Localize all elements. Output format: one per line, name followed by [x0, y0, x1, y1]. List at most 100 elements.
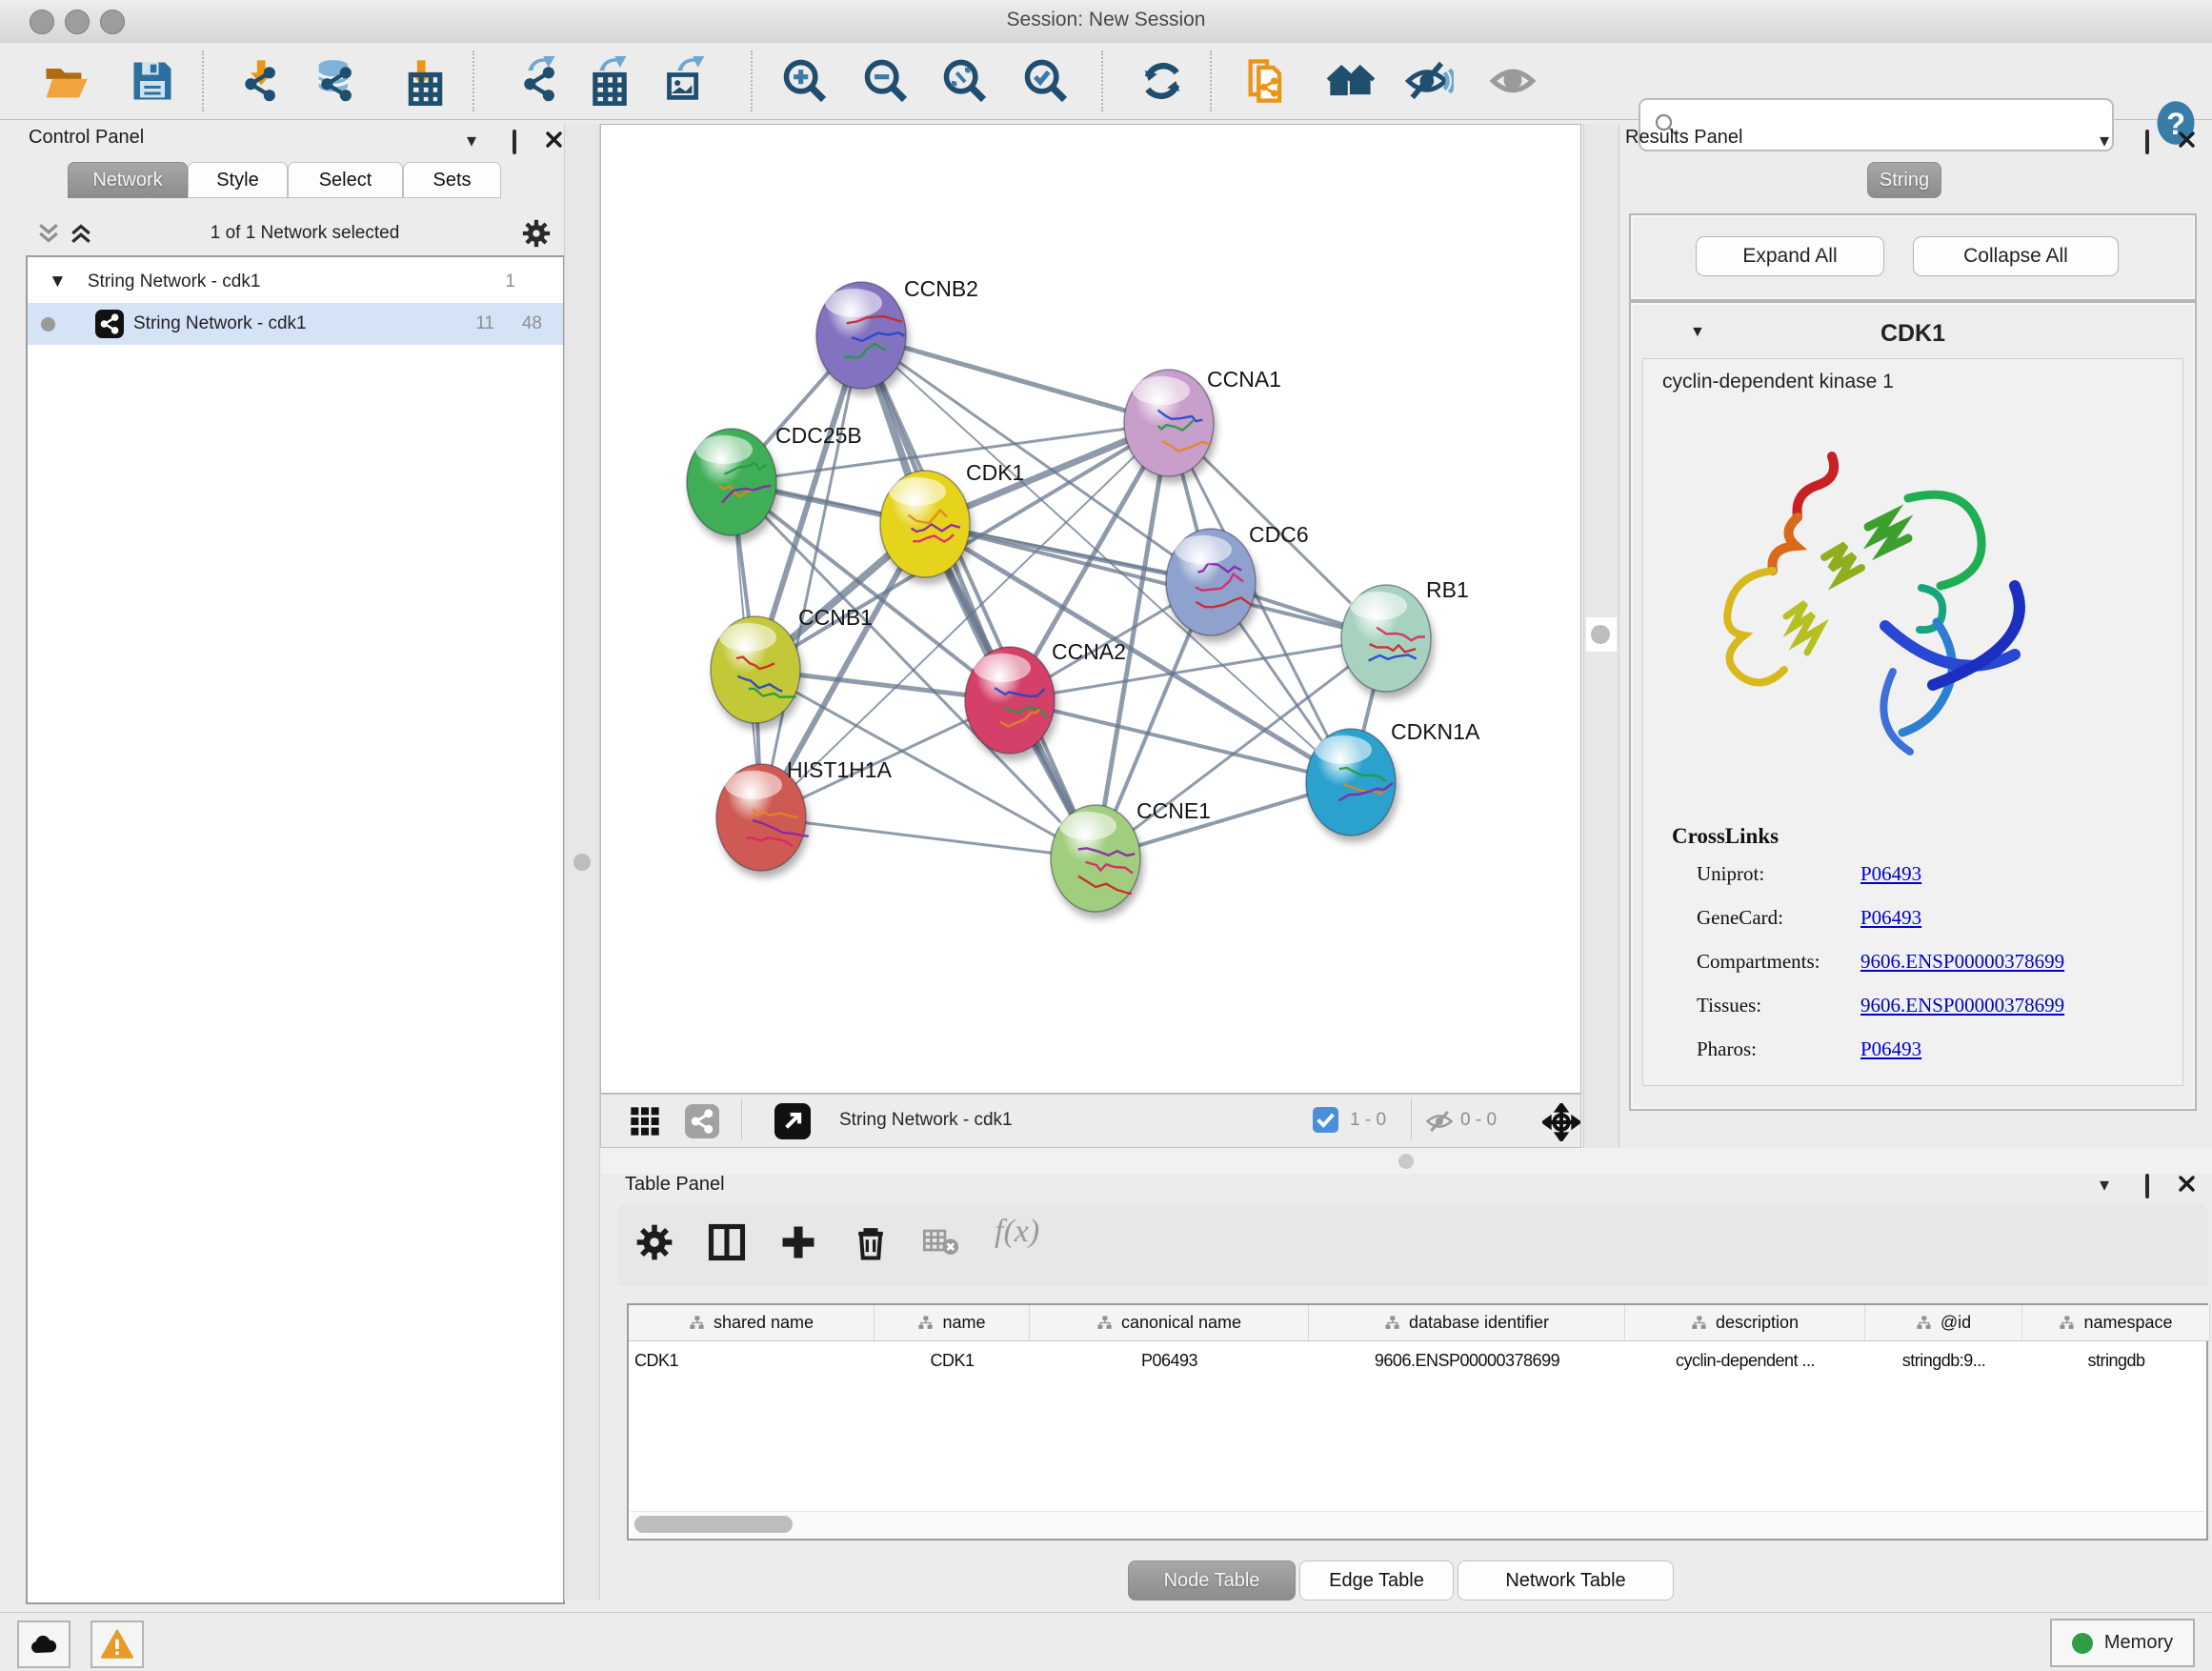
zoom-out-button[interactable] [861, 56, 911, 106]
table-cell[interactable]: stringdb [2022, 1341, 2210, 1379]
import-network-file-button[interactable] [234, 56, 284, 106]
svg-text:CDC25B: CDC25B [775, 423, 862, 448]
collection-label: String Network - cdk1 [88, 272, 261, 292]
control-panel-menu-icon[interactable]: ▾ [467, 129, 476, 152]
left-splitter[interactable] [564, 124, 600, 1601]
birds-eye-view-icon[interactable] [1542, 1103, 1580, 1146]
string-eye-slash-button[interactable] [1404, 56, 1454, 106]
export-image-button[interactable] [663, 56, 713, 106]
node-table[interactable]: shared namenamecanonical namedatabase id… [627, 1303, 2208, 1540]
crosslink-row: Pharos:P06493 [1697, 1037, 2173, 1061]
table-toolbar: f(x) [617, 1204, 2208, 1286]
column-header-database-identifier[interactable]: database identifier [1309, 1305, 1625, 1341]
control-panel-float-icon[interactable] [513, 131, 516, 153]
results-panel-close-icon[interactable] [2178, 131, 2196, 154]
string-homes-button[interactable] [1326, 56, 1376, 106]
network-options-gear-icon[interactable] [520, 217, 553, 254]
detach-view-icon[interactable] [774, 1103, 811, 1139]
table-panel-close-icon[interactable] [2178, 1175, 2196, 1198]
crosslink-row: Uniprot:P06493 [1697, 862, 2173, 886]
selected-nodes-checkbox-icon[interactable] [1313, 1107, 1338, 1133]
column-header-name[interactable]: name [875, 1305, 1030, 1341]
import-table-file-button[interactable] [394, 56, 444, 106]
expand-all-networks-icon[interactable] [67, 219, 95, 252]
tab-style[interactable]: Style [188, 162, 288, 198]
column-header--id[interactable]: @id [1865, 1305, 2022, 1341]
apply-layout-button[interactable] [1137, 56, 1187, 106]
hidden-eye-slash-icon[interactable] [1425, 1107, 1454, 1140]
left-splitter-handle[interactable] [573, 854, 591, 871]
horizontal-splitter[interactable] [600, 1148, 2212, 1174]
zoom-in-button[interactable] [780, 56, 830, 106]
table-cell[interactable]: stringdb:9... [1865, 1341, 2022, 1379]
crosslink-link[interactable]: P06493 [1860, 906, 1921, 930]
tab-select[interactable]: Select [288, 162, 403, 198]
collection-expand-icon[interactable]: ▼ [49, 272, 67, 292]
results-tab-string[interactable]: String [1867, 162, 1941, 198]
column-header-namespace[interactable]: namespace [2022, 1305, 2210, 1341]
network-collection-row[interactable]: ▼ String Network - cdk1 1 [28, 261, 563, 303]
control-panel-title: Control Panel [29, 127, 144, 149]
string-eye-button[interactable] [1488, 56, 1538, 106]
right-splitter-handle[interactable] [1591, 625, 1610, 644]
duplicate-network-button[interactable] [1242, 56, 1292, 106]
zoom-selected-button[interactable] [1021, 56, 1071, 106]
collapse-all-networks-icon[interactable] [34, 219, 63, 252]
column-header-description[interactable]: description [1625, 1305, 1865, 1341]
table-settings-gear-icon[interactable] [633, 1221, 681, 1269]
open-session-button[interactable] [40, 56, 90, 106]
table-cell[interactable]: cyclin-dependent ... [1625, 1341, 1865, 1379]
zoom-fit-button[interactable] [940, 56, 990, 106]
table-hscrollbar[interactable] [631, 1511, 2204, 1537]
delete-table-icon[interactable] [921, 1221, 969, 1269]
tab-edge-table[interactable]: Edge Table [1299, 1560, 1454, 1601]
table-cell[interactable]: 9606.ENSP00000378699 [1309, 1341, 1625, 1379]
horizontal-splitter-handle[interactable] [1398, 1154, 1414, 1169]
crosslink-link[interactable]: P06493 [1860, 1037, 1921, 1061]
control-panel-close-icon[interactable] [545, 131, 563, 154]
results-panel-float-icon[interactable] [2145, 131, 2149, 153]
export-network-button[interactable] [513, 56, 563, 106]
string-view-icon[interactable] [685, 1104, 719, 1138]
network-row-selected[interactable]: String Network - cdk1 11 48 [28, 303, 563, 345]
crosslink-link[interactable]: P06493 [1860, 862, 1921, 886]
crosslink-link[interactable]: 9606.ENSP00000378699 [1860, 950, 2064, 974]
network-canvas[interactable]: CCNB2CCNA1CDC25BCDK1CDC6RB1CCNB1CCNA2CDK… [600, 124, 1581, 1094]
warnings-button[interactable] [90, 1621, 144, 1668]
cloud-status-button[interactable] [17, 1621, 70, 1668]
show-grid-icon[interactable] [630, 1106, 660, 1141]
open-session-icon [40, 56, 90, 106]
create-column-plus-icon[interactable] [777, 1221, 825, 1269]
network-status-dot-icon [41, 317, 55, 332]
table-cell[interactable]: CDK1 [629, 1341, 875, 1379]
results-panel-menu-icon[interactable]: ▾ [2100, 129, 2109, 152]
tab-network-table[interactable]: Network Table [1458, 1560, 1674, 1601]
svg-text:CCNB2: CCNB2 [904, 276, 978, 301]
collapse-all-button[interactable]: Collapse All [1913, 236, 2119, 276]
expand-all-button[interactable]: Expand All [1696, 236, 1884, 276]
import-network-database-button[interactable] [311, 56, 360, 106]
function-builder-icon[interactable]: f(x) [995, 1214, 1042, 1261]
crosslinks-section: CrossLinks Uniprot:P06493GeneCard:P06493… [1643, 359, 2182, 1085]
export-table-button[interactable] [585, 56, 634, 106]
tab-sets[interactable]: Sets [403, 162, 501, 198]
column-header-canonical-name[interactable]: canonical name [1030, 1305, 1309, 1341]
crosslink-link[interactable]: 9606.ENSP00000378699 [1860, 994, 2064, 1017]
table-panel-menu-icon[interactable]: ▾ [2100, 1173, 2109, 1197]
tab-network[interactable]: Network [68, 162, 188, 198]
show-columns-icon[interactable] [706, 1221, 754, 1269]
column-header-shared-name[interactable]: shared name [629, 1305, 875, 1341]
right-splitter[interactable] [1583, 124, 1619, 1148]
table-panel-float-icon[interactable] [2145, 1176, 2149, 1198]
table-cell[interactable]: P06493 [1030, 1341, 1309, 1379]
memory-button[interactable]: Memory [2050, 1619, 2195, 1667]
toolbar-separator [1210, 50, 1212, 111]
tab-node-table[interactable]: Node Table [1128, 1560, 1296, 1601]
table-cell[interactable]: CDK1 [875, 1341, 1030, 1379]
svg-text:CCNA1: CCNA1 [1207, 367, 1281, 392]
search-input[interactable] [1690, 104, 2103, 144]
save-session-button[interactable] [128, 56, 177, 106]
table-hscrollbar-thumb[interactable] [634, 1516, 793, 1533]
delete-column-trash-icon[interactable] [850, 1221, 897, 1269]
svg-text:CCNB1: CCNB1 [798, 605, 873, 630]
